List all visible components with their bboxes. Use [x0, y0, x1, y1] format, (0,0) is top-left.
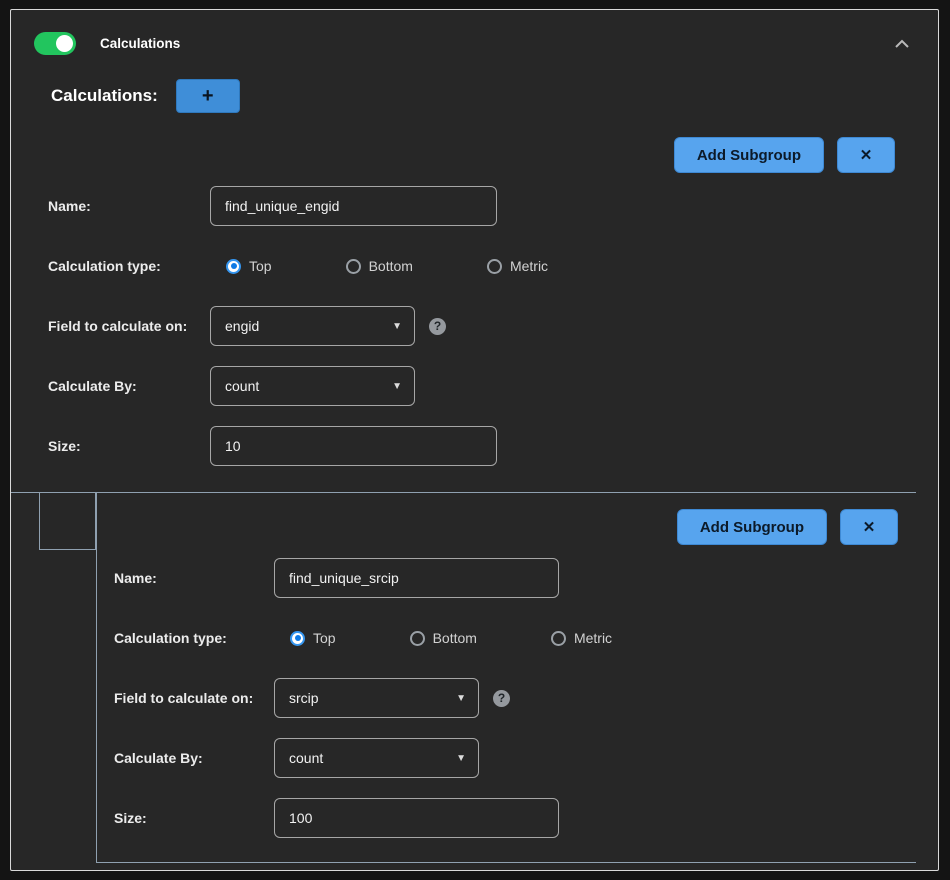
calculation-group-2: Add Subgroup ✕ Name: Calculation type: T…	[96, 492, 916, 863]
dropdown-arrow-icon: ▼	[392, 381, 402, 392]
calculations-toggle[interactable]	[34, 32, 76, 55]
radio-top-label: Top	[313, 630, 336, 646]
subgroup-connector	[39, 492, 96, 550]
calculation-type-label: Calculation type:	[114, 630, 274, 646]
field-row: Field to calculate on: srcip ▼ ?	[114, 678, 916, 718]
size-row: Size:	[114, 798, 916, 838]
calculations-panel: Calculations Calculations: + Add Subgrou…	[10, 9, 939, 871]
subgroup-top-line	[11, 492, 916, 493]
calculations-title: Calculations:	[51, 86, 158, 106]
size-label: Size:	[114, 810, 274, 826]
field-dropdown-value: srcip	[289, 690, 319, 706]
field-dropdown[interactable]: engid ▼	[210, 306, 415, 346]
subgroup-area: Add Subgroup ✕ Name: Calculation type: T…	[11, 492, 938, 863]
field-dropdown[interactable]: srcip ▼	[274, 678, 479, 718]
radio-option-bottom[interactable]: Bottom	[410, 630, 477, 646]
size-input[interactable]	[274, 798, 559, 838]
radio-metric-label: Metric	[510, 258, 548, 274]
collapse-panel-button[interactable]	[894, 36, 910, 51]
radio-option-top[interactable]: Top	[226, 258, 272, 274]
field-label: Field to calculate on:	[114, 690, 274, 706]
calculation-type-options: Top Bottom Metric	[274, 630, 612, 646]
calculations-title-row: Calculations: +	[51, 79, 938, 113]
size-input[interactable]	[210, 426, 497, 466]
name-label: Name:	[114, 570, 274, 586]
radio-top-label: Top	[249, 258, 272, 274]
group-actions: Add Subgroup ✕	[11, 137, 938, 173]
calculation-type-row: Calculation type: Top Bottom Metric	[48, 246, 938, 286]
radio-metric[interactable]	[551, 631, 566, 646]
group-actions: Add Subgroup ✕	[97, 509, 916, 545]
name-row: Name:	[114, 558, 916, 598]
help-icon[interactable]: ?	[493, 690, 510, 707]
calculation-type-row: Calculation type: Top Bottom Metric	[114, 618, 916, 658]
radio-metric[interactable]	[487, 259, 502, 274]
add-subgroup-button[interactable]: Add Subgroup	[674, 137, 824, 173]
radio-option-top[interactable]: Top	[290, 630, 336, 646]
field-label: Field to calculate on:	[48, 318, 210, 334]
calculate-by-dropdown-value: count	[289, 750, 323, 766]
calculate-by-dropdown-value: count	[225, 378, 259, 394]
calculate-by-row: Calculate By: count ▼	[114, 738, 916, 778]
size-row: Size:	[48, 426, 938, 466]
radio-option-bottom[interactable]: Bottom	[346, 258, 413, 274]
calculate-by-dropdown[interactable]: count ▼	[274, 738, 479, 778]
remove-group-button[interactable]: ✕	[840, 509, 898, 545]
name-input[interactable]	[274, 558, 559, 598]
radio-bottom[interactable]	[346, 259, 361, 274]
close-icon: ✕	[860, 146, 873, 164]
dropdown-arrow-icon: ▼	[456, 753, 466, 764]
radio-option-metric[interactable]: Metric	[551, 630, 612, 646]
calculate-by-dropdown[interactable]: count ▼	[210, 366, 415, 406]
radio-top-selected[interactable]	[290, 631, 305, 646]
add-calculation-button[interactable]: +	[176, 79, 240, 113]
field-dropdown-value: engid	[225, 318, 259, 334]
group-rows: Name: Calculation type: Top Bottom	[97, 558, 916, 838]
add-subgroup-button[interactable]: Add Subgroup	[677, 509, 827, 545]
radio-bottom[interactable]	[410, 631, 425, 646]
name-label: Name:	[48, 198, 210, 214]
calculate-by-label: Calculate By:	[48, 378, 210, 394]
toggle-label: Calculations	[100, 36, 180, 51]
radio-metric-label: Metric	[574, 630, 612, 646]
help-icon[interactable]: ?	[429, 318, 446, 335]
toggle-knob	[56, 35, 73, 52]
chevron-up-icon	[894, 39, 910, 48]
calculate-by-label: Calculate By:	[114, 750, 274, 766]
name-input[interactable]	[210, 186, 497, 226]
radio-option-metric[interactable]: Metric	[487, 258, 548, 274]
group-rows: Name: Calculation type: Top Bottom	[11, 186, 938, 466]
calculation-type-options: Top Bottom Metric	[210, 258, 548, 274]
panel-header: Calculations	[11, 10, 938, 55]
dropdown-arrow-icon: ▼	[392, 321, 402, 332]
radio-bottom-label: Bottom	[369, 258, 413, 274]
radio-bottom-label: Bottom	[433, 630, 477, 646]
size-label: Size:	[48, 438, 210, 454]
close-icon: ✕	[863, 518, 876, 536]
name-row: Name:	[48, 186, 938, 226]
calculate-by-row: Calculate By: count ▼	[48, 366, 938, 406]
radio-top-selected[interactable]	[226, 259, 241, 274]
calculation-group-1: Add Subgroup ✕ Name: Calculation type: T…	[11, 137, 938, 466]
remove-group-button[interactable]: ✕	[837, 137, 895, 173]
field-row: Field to calculate on: engid ▼ ?	[48, 306, 938, 346]
calculation-type-label: Calculation type:	[48, 258, 210, 274]
dropdown-arrow-icon: ▼	[456, 693, 466, 704]
